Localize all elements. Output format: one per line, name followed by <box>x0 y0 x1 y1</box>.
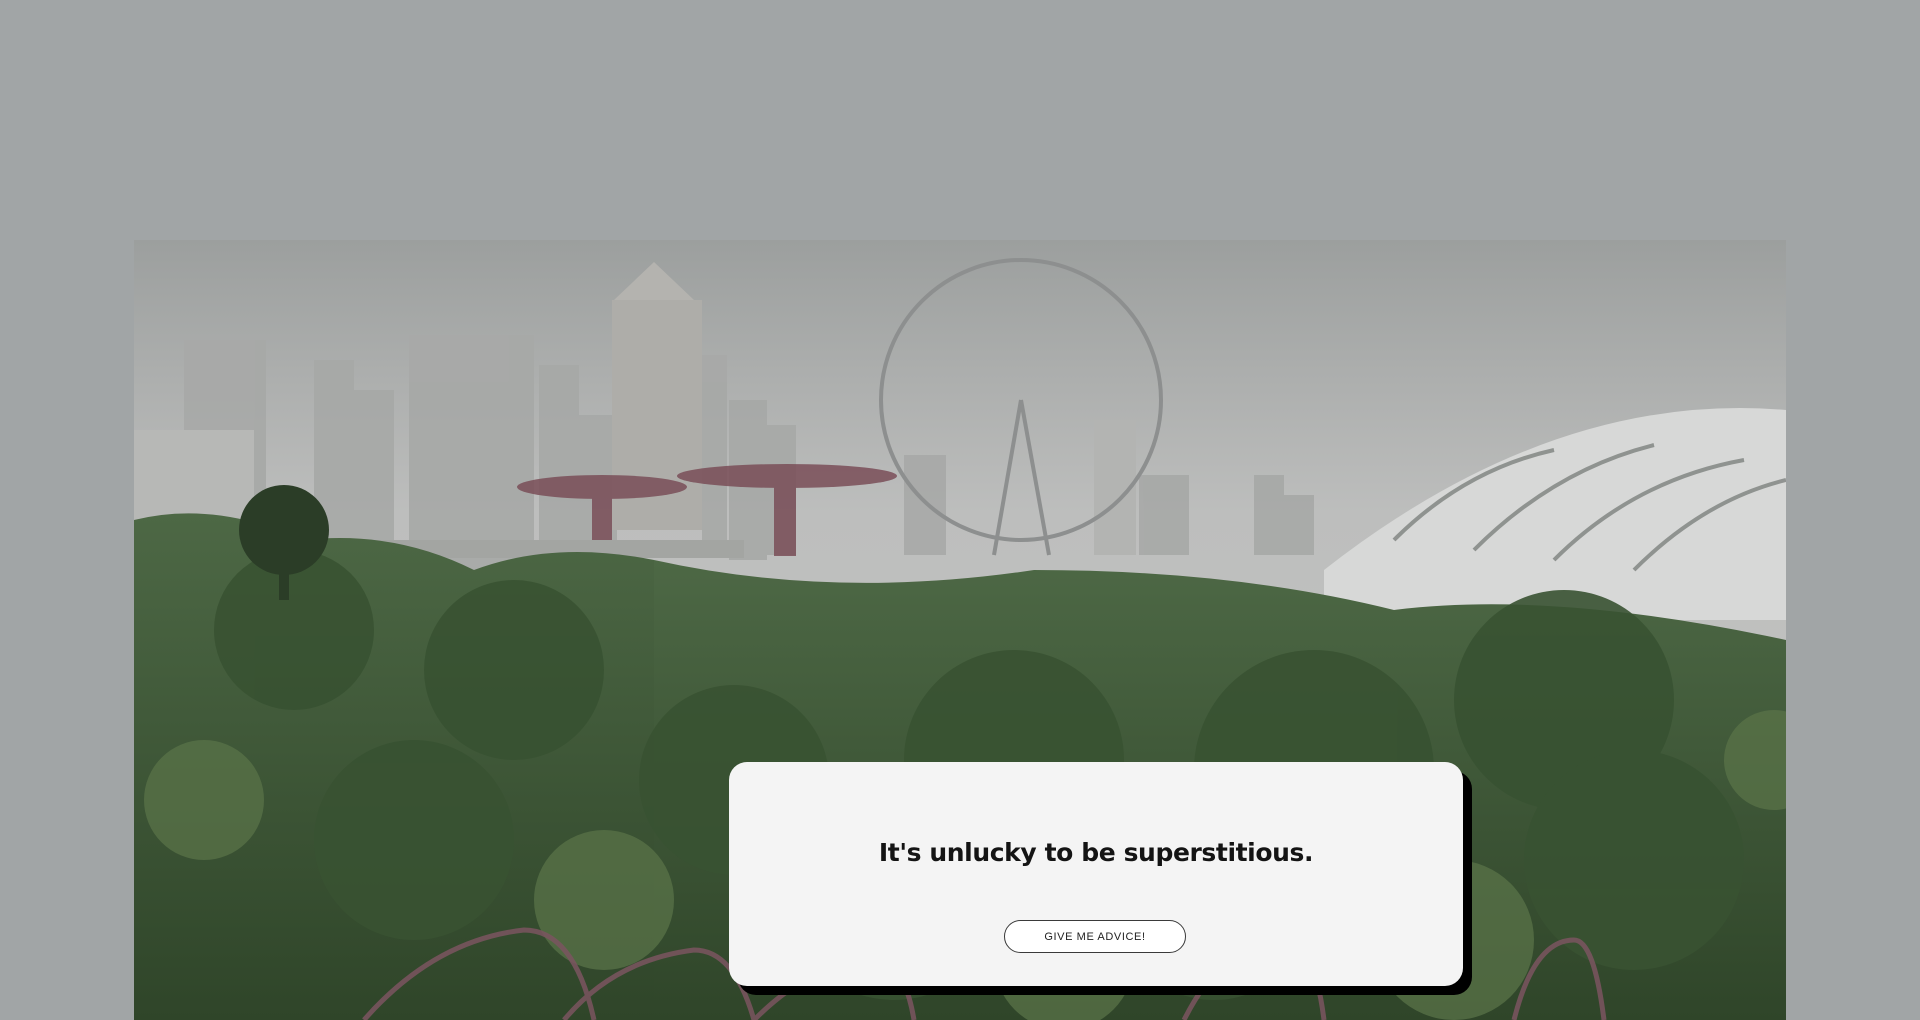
advice-quote: It's unlucky to be superstitious. <box>878 838 1314 867</box>
advice-card: It's unlucky to be superstitious. GIVE M… <box>729 762 1463 986</box>
background-photo: It's unlucky to be superstitious. GIVE M… <box>134 240 1786 1020</box>
give-me-advice-button[interactable]: GIVE ME ADVICE! <box>1004 920 1186 953</box>
